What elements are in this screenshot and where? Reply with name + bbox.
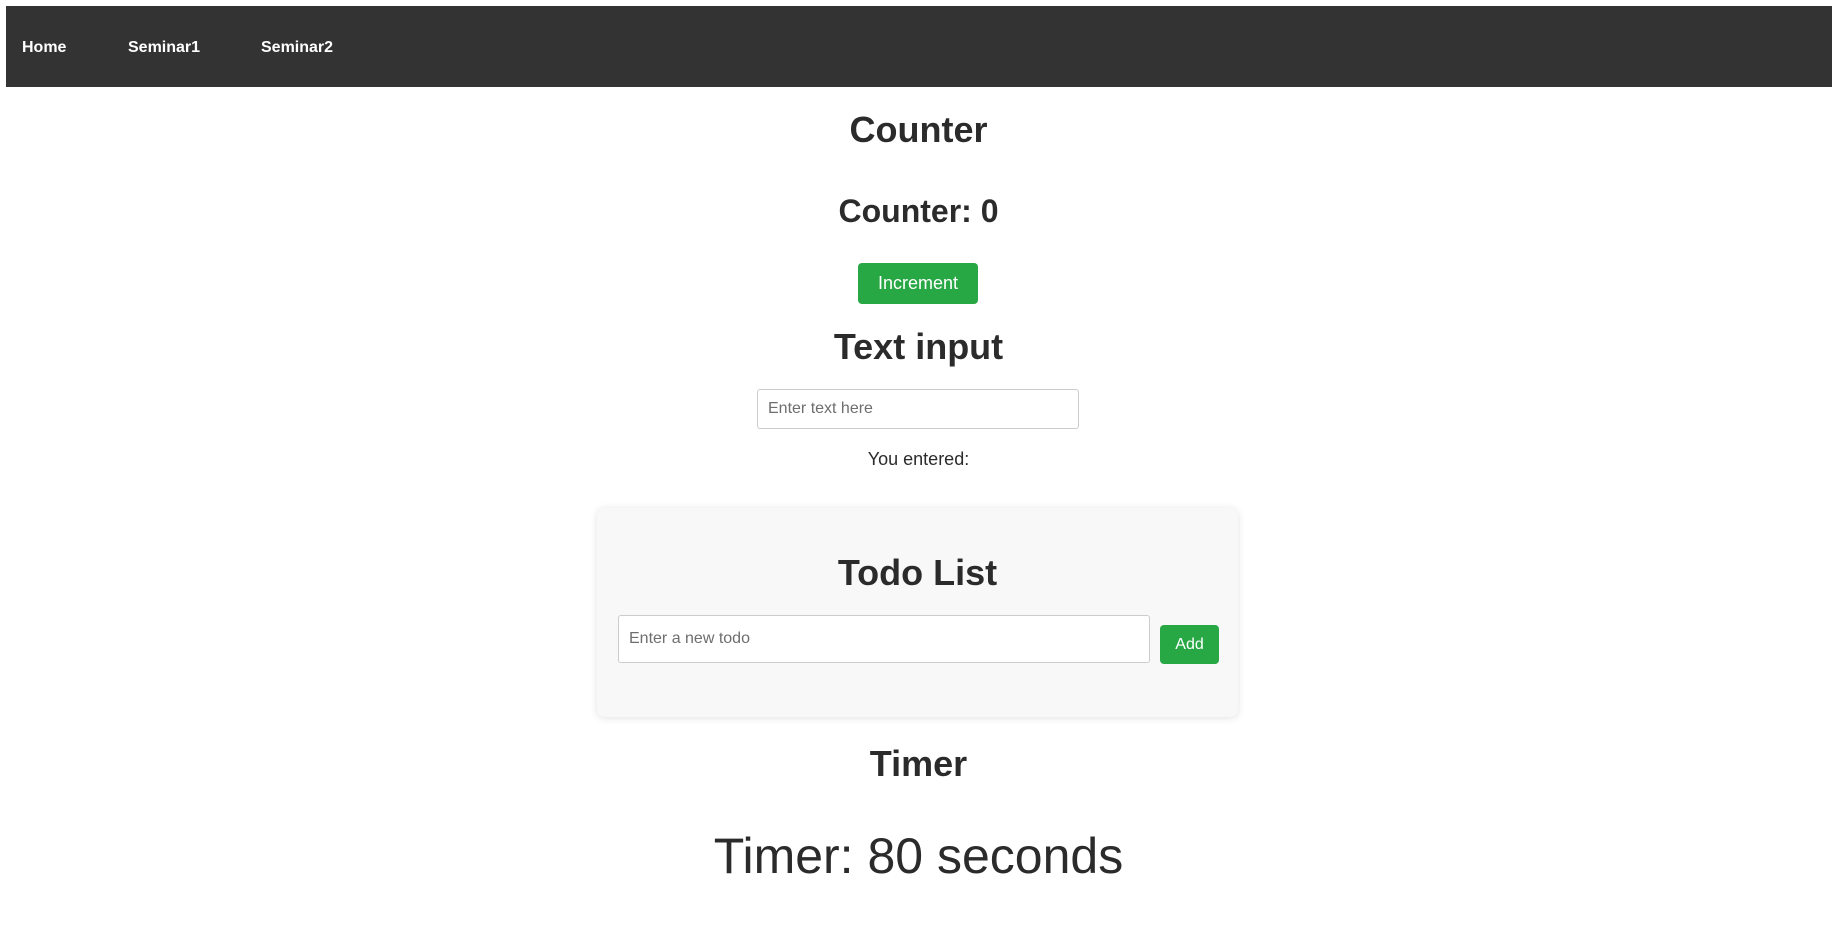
increment-button[interactable]: Increment: [858, 263, 978, 304]
nav-link-seminar1[interactable]: Seminar1: [128, 39, 200, 57]
text-input-title: Text input: [833, 326, 1004, 367]
todo-card: Todo List Add: [597, 508, 1238, 717]
nav-link-home[interactable]: Home: [22, 39, 66, 57]
counter-value: Counter: 0: [838, 193, 999, 229]
nav-link-seminar2[interactable]: Seminar2: [261, 39, 333, 57]
todo-input[interactable]: [618, 615, 1150, 663]
timer-value: Timer: 80 seconds: [713, 828, 1124, 884]
timer-title: Timer: [869, 743, 968, 784]
todo-title: Todo List: [837, 552, 998, 593]
entered-text-label: You entered:: [867, 449, 970, 469]
text-input-field[interactable]: [757, 389, 1079, 429]
add-todo-button[interactable]: Add: [1160, 625, 1219, 664]
top-navbar: Home Seminar1 Seminar2: [6, 6, 1832, 87]
counter-title: Counter: [849, 109, 988, 150]
